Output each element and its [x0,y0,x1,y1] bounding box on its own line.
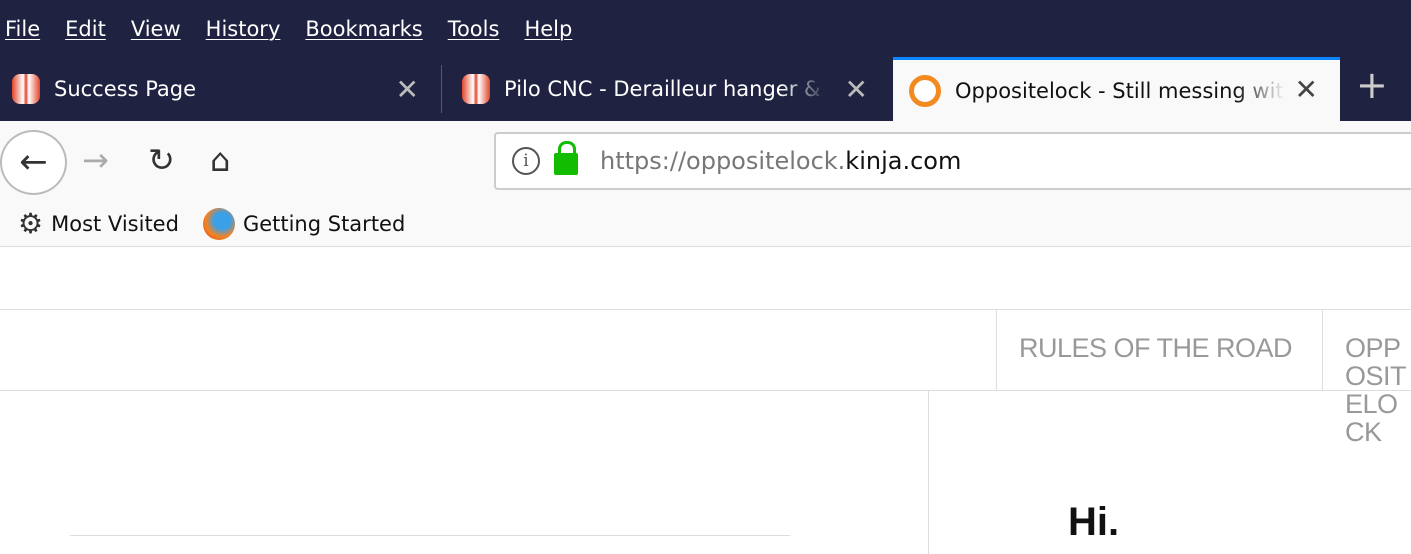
menu-view[interactable]: View [131,17,181,41]
lock-icon[interactable] [554,141,578,175]
tab-success-page[interactable]: Success Page ✕ [0,57,441,121]
menu-bar: File Edit View History Bookmarks Tools H… [0,0,1411,57]
menu-tools[interactable]: Tools [448,17,500,41]
tab-title: Oppositelock - Still messing with [955,78,1285,103]
oppositelock-icon [909,74,941,107]
menu-history[interactable]: History [206,17,281,41]
bookmarks-toolbar: ⚙ Most Visited Getting Started [0,201,1411,247]
magento-icon [462,74,490,104]
tab-pilo-cnc[interactable]: Pilo CNC - Derailleur hanger & ✕ [450,57,890,121]
bookmark-most-visited[interactable]: Most Visited [51,212,179,236]
new-tab-button[interactable]: + [1356,63,1388,107]
close-tab-icon[interactable]: ✕ [396,73,419,106]
menu-help[interactable]: Help [524,17,572,41]
gear-icon: ⚙ [18,207,44,240]
navigation-toolbar: ← → ↻ ⌂ i https://oppositelock. kinja.com [0,121,1411,201]
magento-icon [12,74,40,104]
tab-title: Pilo CNC - Derailleur hanger & [504,77,821,101]
divider [0,390,1411,391]
divider [70,535,790,536]
tab-separator [441,65,442,113]
url-prefix: https://oppositelock. [600,147,846,175]
menu-file[interactable]: File [5,17,40,41]
tab-strip: Success Page ✕ Pilo CNC - Derailleur han… [0,57,1411,121]
divider [0,309,1411,310]
nav-oppositelock[interactable]: OPPOSITELOCK [1345,334,1409,446]
tab-oppositelock[interactable]: Oppositelock - Still messing with ✕ [893,57,1340,121]
tab-title: Success Page [54,77,197,101]
close-tab-icon[interactable]: ✕ [845,73,868,106]
reload-button[interactable]: ↻ [148,141,175,179]
column-divider [928,391,929,554]
greeting: Hi. [1068,500,1120,544]
url-bar[interactable]: i https://oppositelock. kinja.com [494,132,1411,190]
firefox-icon [202,207,235,240]
divider [996,310,997,390]
bookmark-getting-started[interactable]: Getting Started [243,212,405,236]
divider [1322,310,1323,390]
url-domain: kinja.com [845,147,962,175]
forward-button[interactable]: → [82,141,109,179]
nav-rules-of-the-road[interactable]: RULES OF THE ROAD [1019,334,1293,362]
menu-bookmarks[interactable]: Bookmarks [305,17,422,41]
home-button[interactable]: ⌂ [210,141,230,179]
info-icon[interactable]: i [512,147,540,175]
close-tab-icon[interactable]: ✕ [1295,73,1318,106]
menu-edit[interactable]: Edit [65,17,106,41]
back-button[interactable]: ← [0,130,67,195]
